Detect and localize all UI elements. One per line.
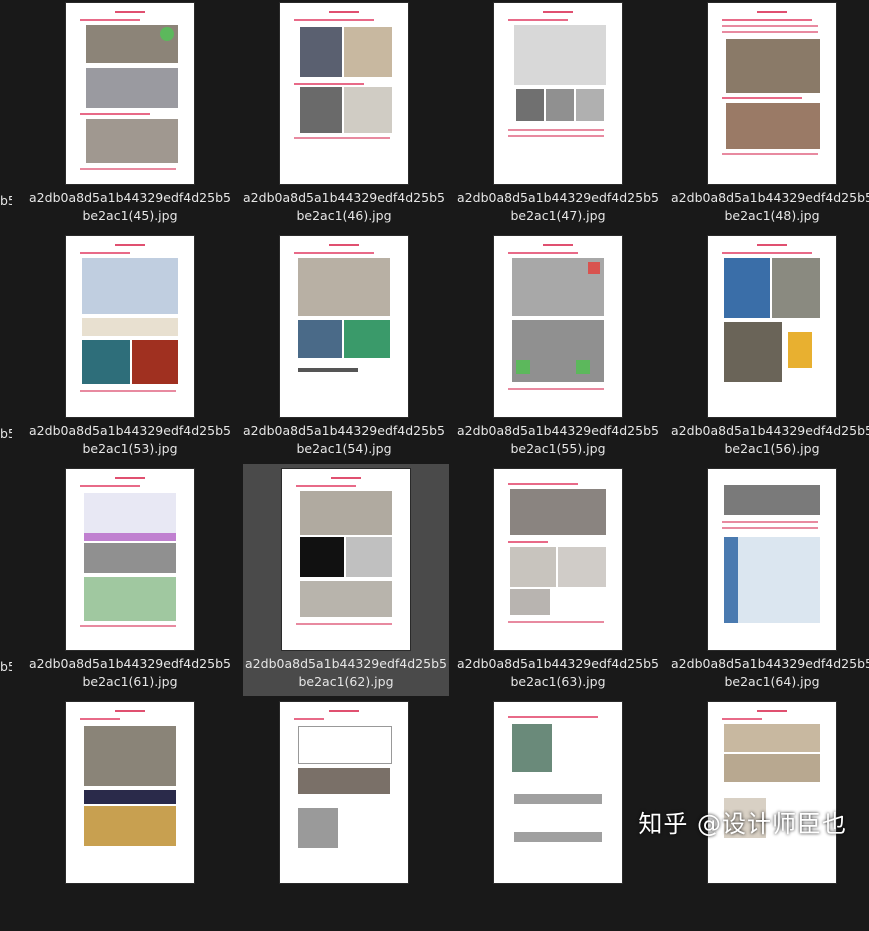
thumbnail-image bbox=[282, 469, 410, 650]
file-name: a2db0a8d5a1b44329edf4d25b5 be2ac1(48).jp… bbox=[671, 190, 869, 223]
thumbnail-image bbox=[708, 702, 836, 883]
file-item[interactable]: a2db0a8d5a1b44329edf4d25b5 be2ac1(55).jp… bbox=[455, 233, 661, 465]
thumbnail-image bbox=[66, 469, 194, 650]
file-name: a2db0a8d5a1b44329edf4d25b5 be2ac1(47).jp… bbox=[457, 190, 659, 223]
file-item[interactable]: a2db0a8d5a1b44329edf4d25b5 be2ac1(54).jp… bbox=[241, 233, 447, 465]
file-item[interactable]: a2db0a8d5a1b44329edf4d25b5 be2ac1(45).jp… bbox=[27, 0, 233, 232]
thumbnail-image bbox=[280, 702, 408, 883]
watermark-text: 知乎 @设计师臣也 bbox=[638, 810, 847, 838]
thumbnail-image bbox=[66, 3, 194, 184]
file-name: a2db0a8d5a1b44329edf4d25b5 be2ac1(61).jp… bbox=[29, 656, 231, 689]
file-item[interactable] bbox=[455, 699, 661, 931]
thumbnail-image bbox=[494, 3, 622, 184]
left-column-label-1[interactable]: b5 bbox=[0, 192, 12, 210]
file-name: a2db0a8d5a1b44329edf4d25b5 be2ac1(64).jp… bbox=[671, 656, 869, 689]
file-item[interactable]: a2db0a8d5a1b44329edf4d25b5 be2ac1(48).jp… bbox=[669, 0, 869, 232]
file-name: a2db0a8d5a1b44329edf4d25b5 be2ac1(63).jp… bbox=[457, 656, 659, 689]
file-item[interactable]: a2db0a8d5a1b44329edf4d25b5 be2ac1(56).jp… bbox=[669, 233, 869, 465]
file-item[interactable]: a2db0a8d5a1b44329edf4d25b5 be2ac1(46).jp… bbox=[241, 0, 447, 232]
file-item[interactable]: a2db0a8d5a1b44329edf4d25b5 be2ac1(53).jp… bbox=[27, 233, 233, 465]
file-name: a2db0a8d5a1b44329edf4d25b5 be2ac1(62).jp… bbox=[245, 656, 447, 689]
thumbnail-image bbox=[280, 3, 408, 184]
file-item[interactable]: a2db0a8d5a1b44329edf4d25b5 be2ac1(47).jp… bbox=[455, 0, 661, 232]
file-name: a2db0a8d5a1b44329edf4d25b5 be2ac1(53).jp… bbox=[29, 423, 231, 456]
file-item-selected[interactable]: a2db0a8d5a1b44329edf4d25b5 be2ac1(62).jp… bbox=[243, 464, 449, 696]
file-name: a2db0a8d5a1b44329edf4d25b5 be2ac1(55).jp… bbox=[457, 423, 659, 456]
file-name: a2db0a8d5a1b44329edf4d25b5 be2ac1(45).jp… bbox=[29, 190, 231, 223]
thumbnail-image bbox=[708, 236, 836, 417]
file-item[interactable] bbox=[241, 699, 447, 931]
file-name: a2db0a8d5a1b44329edf4d25b5 be2ac1(56).jp… bbox=[671, 423, 869, 456]
thumbnail-image bbox=[66, 236, 194, 417]
thumbnail-image bbox=[708, 469, 836, 650]
thumbnail-image bbox=[708, 3, 836, 184]
file-item[interactable]: a2db0a8d5a1b44329edf4d25b5 be2ac1(63).jp… bbox=[455, 466, 661, 698]
thumbnail-image bbox=[494, 469, 622, 650]
thumbnail-image bbox=[494, 702, 622, 883]
file-item[interactable]: a2db0a8d5a1b44329edf4d25b5 be2ac1(64).jp… bbox=[669, 466, 869, 698]
left-column-label-2[interactable]: b5 bbox=[0, 425, 12, 443]
file-item[interactable]: a2db0a8d5a1b44329edf4d25b5 be2ac1(61).jp… bbox=[27, 466, 233, 698]
left-column-label-3[interactable]: b5 bbox=[0, 658, 12, 676]
thumbnail-image bbox=[494, 236, 622, 417]
file-name: a2db0a8d5a1b44329edf4d25b5 be2ac1(46).jp… bbox=[243, 190, 445, 223]
thumbnail-image bbox=[280, 236, 408, 417]
file-name: a2db0a8d5a1b44329edf4d25b5 be2ac1(54).jp… bbox=[243, 423, 445, 456]
thumbnail-image bbox=[66, 702, 194, 883]
file-item[interactable] bbox=[27, 699, 233, 931]
